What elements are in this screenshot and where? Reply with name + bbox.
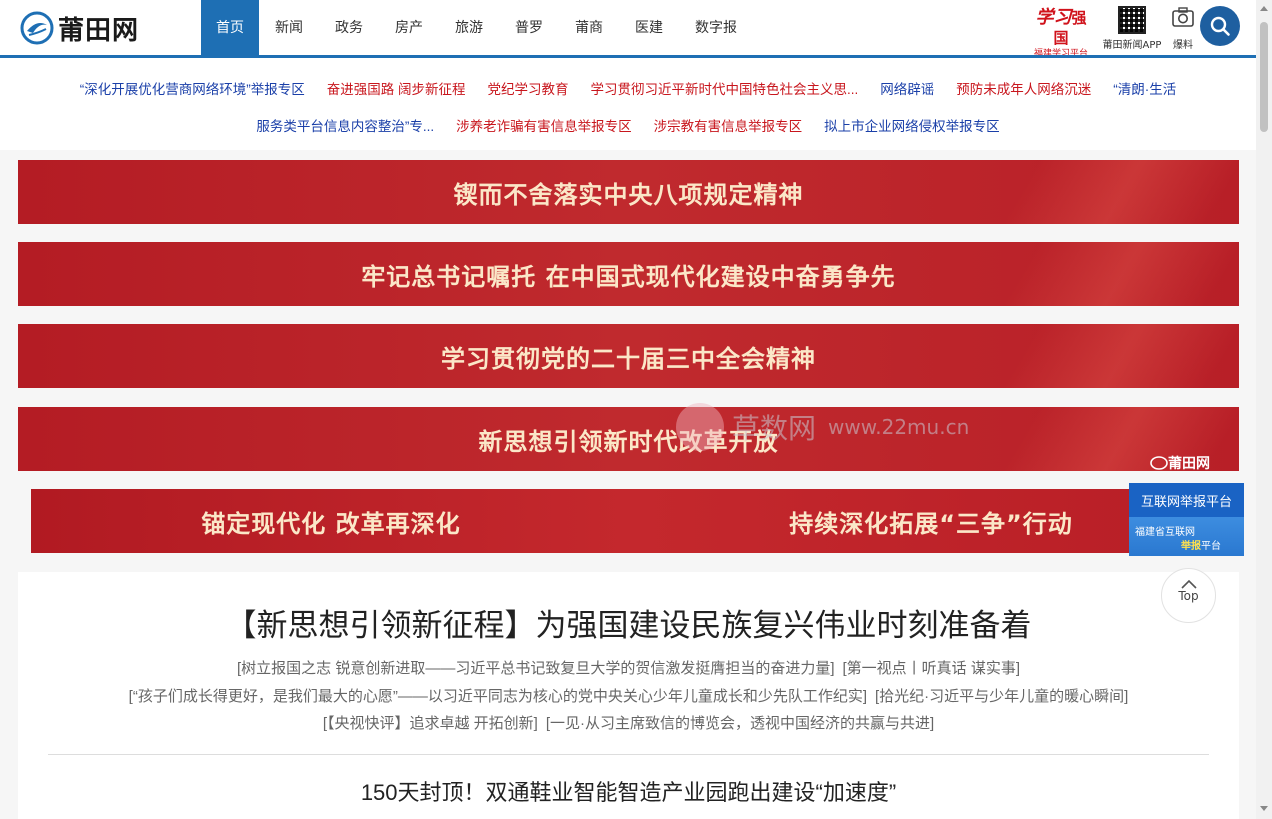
topic-row-2: 服务类平台信息内容整治”专... 涉养老诈骗有害信息举报专区 涉宗教有害信息举报… [0, 115, 1256, 135]
search-button[interactable] [1200, 6, 1240, 46]
secondary-headline[interactable]: 150天封顶！双通鞋业智能智造产业园跑出建设“加速度” [18, 775, 1239, 807]
card-divider [48, 754, 1209, 755]
banner-site-logo: 莆田网 [1150, 453, 1210, 473]
nav-item-health[interactable]: 医建 [619, 0, 679, 55]
topic-link[interactable]: 服务类平台信息内容整治”专... [256, 115, 434, 135]
scroll-up-arrow-icon[interactable] [1260, 6, 1268, 11]
topic-row-1: “深化开展优化营商网络环境”举报专区 奋进强国路 阔步新征程 党纪学习教育 学习… [0, 78, 1256, 98]
banner-eight-rules[interactable]: 锲而不舍落实中央八项规定精神 [18, 160, 1239, 224]
banner-title: 牢记总书记嘱托 在中国式现代化建设中奋勇争先 [361, 262, 896, 291]
related-links-row: [【央视快评】追求卓越 开拓创新] [一见·从习主席致信的博览会，透视中国经济的共… [18, 712, 1239, 733]
app-download-link[interactable]: 莆田新闻APP [1098, 6, 1166, 51]
app-label: 莆田新闻APP [1102, 40, 1162, 51]
baoliao-label: 爆料 [1173, 40, 1193, 51]
report-platform-image: 福建省互联网 举报平台 [1129, 517, 1244, 556]
banner-new-thought-reform[interactable]: 新思想引领新时代改革开放 [18, 407, 1239, 471]
topic-links: “深化开展优化营商网络环境”举报专区 奋进强国路 阔步新征程 党纪学习教育 学习… [0, 58, 1256, 150]
camera-icon [1172, 7, 1194, 27]
headline-news-card: 【新思想引领新征程】为强国建设民族复兴伟业时刻准备着 [树立报国之志 锐意创新进… [18, 572, 1239, 819]
nav-item-realestate[interactable]: 房产 [379, 0, 439, 55]
report-platform-title: 互联网举报平台 [1129, 483, 1244, 517]
related-links-row: [树立报国之志 锐意创新进取——习近平总书记致复旦大学的贺信激发挺膺担当的奋进力… [18, 657, 1239, 678]
related-link[interactable]: [“孩子们成长得更好，是我们最大的心愿”——以习近平同志为核心的党中央关心少年儿… [129, 688, 867, 705]
nav-item-gov[interactable]: 政务 [319, 0, 379, 55]
logo-swirl-icon [1150, 456, 1168, 470]
topic-link[interactable]: 学习贯彻习近平新时代中国特色社会主义思... [591, 78, 859, 98]
xuexi-qiangguo-link[interactable]: 学习强国 福建学习平台 [1030, 7, 1092, 60]
topic-link[interactable]: 拟上市企业网络侵权举报专区 [824, 115, 1000, 135]
related-link[interactable]: [拾光纪·习近平与少年儿童的暖心瞬间] [875, 688, 1128, 705]
banner-modernization[interactable]: 锚定现代化 改革再深化 [31, 489, 631, 553]
topic-link[interactable]: 涉宗教有害信息举报专区 [654, 115, 803, 135]
banner-logo-text: 莆田网 [1168, 456, 1210, 472]
logo-text: 莆田网 [58, 15, 140, 46]
report-platform-float[interactable]: 互联网举报平台 福建省互联网 举报平台 [1129, 483, 1244, 556]
qr-code-icon [1118, 6, 1146, 34]
banner-title: 锲而不舍落实中央八项规定精神 [453, 180, 804, 209]
report-platform-line2: 举报平台 [1181, 541, 1221, 552]
chevron-up-icon [1180, 579, 1197, 589]
logo-swirl-icon [20, 11, 54, 45]
banner-remember-instructions[interactable]: 牢记总书记嘱托 在中国式现代化建设中奋勇争先 [18, 242, 1239, 306]
scroll-down-arrow-icon[interactable] [1260, 806, 1268, 811]
nav-item-business[interactable]: 莆商 [559, 0, 619, 55]
main-nav: 首页 新闻 政务 房产 旅游 普罗 莆商 医建 数字报 [201, 0, 753, 55]
topic-link[interactable]: 网络辟谣 [880, 78, 934, 98]
nav-item-digital-paper[interactable]: 数字报 [679, 0, 753, 55]
related-link[interactable]: [一见·从习主席致信的博览会，透视中国经济的共赢与共进] [546, 715, 934, 732]
related-link[interactable]: [【央视快评】追求卓越 开拓创新] [323, 715, 538, 732]
related-links-row: [“孩子们成长得更好，是我们最大的心愿”——以习近平同志为核心的党中央关心少年儿… [18, 685, 1239, 706]
topic-link[interactable]: 奋进强国路 阔步新征程 [327, 78, 466, 98]
nav-item-puluo[interactable]: 普罗 [499, 0, 559, 55]
nav-item-travel[interactable]: 旅游 [439, 0, 499, 55]
related-link[interactable]: [第一视点丨听真话 谋实事] [843, 660, 1021, 677]
scrollbar-thumb[interactable] [1260, 22, 1268, 132]
banner-title: 学习贯彻党的二十届三中全会精神 [441, 344, 816, 373]
topic-link[interactable]: 涉养老诈骗有害信息举报专区 [456, 115, 632, 135]
nav-item-news[interactable]: 新闻 [259, 0, 319, 55]
search-icon [1210, 16, 1230, 36]
back-to-top-label: Top [1178, 589, 1199, 603]
nav-item-home[interactable]: 首页 [201, 0, 259, 55]
topic-link[interactable]: 党纪学习教育 [488, 78, 569, 98]
main-headline[interactable]: 【新思想引领新征程】为强国建设民族复兴伟业时刻准备着 [18, 600, 1239, 645]
page-scrollbar[interactable] [1256, 0, 1272, 819]
topic-link[interactable]: “清朗·生活 [1113, 78, 1176, 98]
banner-title: 锚定现代化 改革再深化 [201, 509, 461, 538]
dual-banner: 锚定现代化 改革再深化 持续深化拓展“三争”行动 [31, 489, 1231, 553]
related-link[interactable]: [树立报国之志 锐意创新进取——习近平总书记致复旦大学的贺信激发挺膺担当的奋进力… [237, 660, 835, 677]
banner-title: 新思想引领新时代改革开放 [478, 427, 779, 456]
topic-link[interactable]: “深化开展优化营商网络环境”举报专区 [80, 78, 305, 98]
back-to-top-button[interactable]: Top [1161, 568, 1216, 623]
site-logo[interactable]: 莆田网 [20, 10, 140, 46]
xuexi-qiangguo-logo: 学习强国 [1035, 7, 1087, 48]
baoliao-link[interactable]: 爆料 [1168, 6, 1198, 51]
report-platform-line1: 福建省互联网 [1135, 527, 1195, 538]
banner-third-plenum[interactable]: 学习贯彻党的二十届三中全会精神 [18, 324, 1239, 388]
banner-title: 持续深化拓展“三争”行动 [789, 509, 1073, 538]
site-header: 莆田网 首页 新闻 政务 房产 旅游 普罗 莆商 医建 数字报 学习强国 福建学… [0, 0, 1256, 60]
topic-link[interactable]: 预防未成年人网络沉迷 [956, 78, 1091, 98]
